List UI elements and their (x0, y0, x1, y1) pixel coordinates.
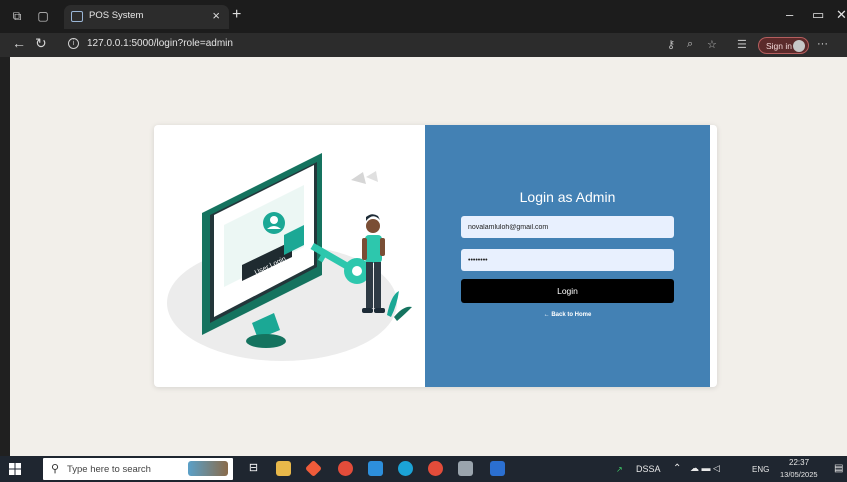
edge-icon[interactable] (398, 461, 413, 476)
sign-in-label: Sign in (766, 41, 792, 51)
search-highlight-icon[interactable] (188, 461, 228, 476)
login-button[interactable]: Login (461, 279, 674, 303)
file-explorer-icon[interactable] (276, 461, 291, 476)
email-field[interactable] (461, 216, 674, 238)
network-icon[interactable]: ☁ ▬ ◁ (690, 463, 720, 474)
windows-taskbar: ⚲ Type here to search ⊟ ↗ DSSA ⌃ ☁ ▬ ◁ E… (0, 456, 847, 482)
user-login-illustration: User Login (167, 153, 412, 361)
page-favicon-icon (71, 11, 83, 22)
notification-icon[interactable]: ▤ (834, 463, 843, 474)
tab-actions-icon[interactable]: ▢ (36, 9, 50, 23)
url-text[interactable]: 127.0.0.1:5000/login?role=admin (87, 38, 233, 49)
language-indicator[interactable]: ENG (752, 465, 769, 474)
sign-in-button[interactable]: Sign in (758, 37, 809, 54)
clock-date[interactable]: 13/05/2025 (780, 470, 818, 479)
workspaces-icon[interactable]: ⧉ (10, 9, 24, 23)
stock-trend-icon[interactable]: ↗ (616, 465, 623, 474)
tab-close-icon[interactable]: × (212, 8, 220, 23)
browser-title-bar: ⧉ ▢ POS System × + – ▭ ✕ (0, 0, 847, 33)
windows-start-icon[interactable] (9, 463, 21, 475)
login-title: Login as Admin (519, 189, 616, 205)
key-icon[interactable]: ⚷ (667, 38, 675, 51)
avatar-icon (793, 40, 805, 52)
back-to-home-link[interactable]: ← Back to Home (425, 312, 710, 318)
search-icon: ⚲ (51, 463, 60, 475)
database-icon[interactable] (458, 461, 473, 476)
git-icon[interactable] (305, 460, 322, 477)
site-info-icon[interactable]: i (68, 38, 79, 49)
close-window-button[interactable]: ✕ (836, 7, 847, 23)
minimize-button[interactable]: – (786, 7, 793, 22)
favorites-list-icon[interactable]: ☰ (737, 38, 747, 51)
back-arrow-icon[interactable]: ← (12, 35, 26, 51)
search-placeholder: Type here to search (67, 464, 151, 475)
refresh-icon[interactable]: ↻ (35, 35, 47, 52)
dssa-label[interactable]: DSSA (636, 464, 661, 474)
page-viewport: User Login Login as Admin novalamluloh@g… (10, 57, 847, 456)
tray-chevron-icon[interactable]: ⌃ (673, 463, 681, 474)
zoom-icon[interactable]: ⌕ (687, 38, 693, 51)
clock-time[interactable]: 22:37 (789, 458, 809, 467)
new-tab-button[interactable]: + (232, 6, 241, 24)
tab-title: POS System (89, 10, 144, 21)
browser-toolbar: ← ↻ i 127.0.0.1:5000/login?role=admin ⚷ … (0, 33, 847, 57)
chrome-profile-icon[interactable] (428, 461, 443, 476)
restore-button[interactable]: ▭ (812, 7, 824, 23)
more-icon[interactable]: ··· (817, 38, 828, 50)
address-bar[interactable]: i 127.0.0.1:5000/login?role=admin ⚷ ⌕ ☆ … (60, 35, 840, 55)
login-card: User Login Login as Admin novalamluloh@g… (154, 125, 717, 387)
favorite-star-icon[interactable]: ☆ (707, 38, 717, 51)
chrome-icon[interactable] (338, 461, 353, 476)
word-icon[interactable] (490, 461, 505, 476)
vscode-icon[interactable] (368, 461, 383, 476)
password-field[interactable] (461, 249, 674, 271)
task-view-icon[interactable]: ⊟ (246, 461, 261, 476)
tab-pos-system[interactable]: POS System × (64, 5, 229, 29)
login-panel: Login as Admin Login ← Back to Home (425, 125, 710, 387)
